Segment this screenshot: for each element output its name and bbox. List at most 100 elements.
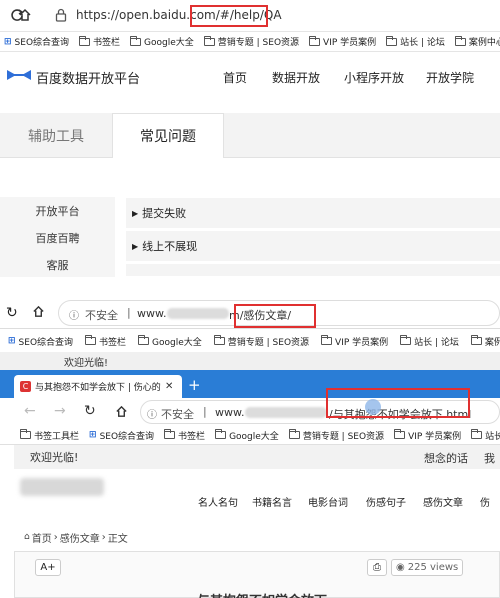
- refresh-icon[interactable]: ↻: [84, 403, 96, 419]
- baidu-logo-icon[interactable]: [6, 68, 32, 85]
- lock-icon[interactable]: [55, 8, 67, 22]
- faq-item[interactable]: ▶ 提交失败: [126, 198, 500, 228]
- folder-icon: [130, 35, 142, 46]
- font-size-button[interactable]: A+: [35, 559, 61, 576]
- caret-right-icon: ▶: [132, 241, 139, 251]
- print-icon[interactable]: ⎙: [367, 559, 387, 576]
- blurred-domain: [167, 308, 229, 319]
- nav-book-quotes[interactable]: 书籍名言: [252, 494, 292, 509]
- bookmark-item[interactable]: Google大全: [138, 335, 202, 348]
- home-icon[interactable]: [115, 405, 128, 421]
- bookmark-item[interactable]: ⊞ SEO综合查询: [8, 335, 73, 348]
- bookmark-item[interactable]: 案例中心: [454, 35, 500, 48]
- bookmark-item[interactable]: Google大全: [130, 35, 194, 48]
- info-icon: ⓘ: [69, 311, 79, 322]
- folder-icon: [386, 35, 398, 46]
- bookmark-item[interactable]: 书签栏: [79, 35, 120, 48]
- highlight-box: [234, 304, 316, 328]
- folder-icon: [20, 429, 31, 439]
- eye-icon: ◉: [396, 562, 405, 573]
- nav-famous-quotes[interactable]: 名人名句: [198, 494, 238, 509]
- insecure-label: 不安全: [161, 408, 194, 421]
- breadcrumb-category[interactable]: 感伤文章: [60, 530, 100, 545]
- address-bar: https://open.baidu.com/#/help/QA: [0, 0, 500, 32]
- browser-tab[interactable]: C 与其抱怨不如学会放下 | 伤心的 ✕: [14, 375, 182, 398]
- home-icon: ⌂: [24, 532, 30, 542]
- blurred-site-logo: [20, 478, 104, 496]
- bookmark-item[interactable]: ⊞ SEO综合查询: [4, 35, 69, 49]
- caret-right-icon: ▶: [132, 208, 139, 218]
- bookmark-item[interactable]: 书签工具栏: [20, 429, 79, 442]
- article-card: A+ ⎙ ◉225 views 与其抱怨不如学会放下: [14, 551, 500, 598]
- nav-home[interactable]: 首页: [223, 69, 247, 86]
- forward-icon[interactable]: →: [54, 403, 66, 419]
- home-icon[interactable]: [18, 8, 32, 22]
- bookmark-item[interactable]: 书签栏: [164, 429, 205, 442]
- nav-sad-articles[interactable]: 感伤文章: [423, 494, 463, 509]
- highlight-box: [326, 388, 470, 418]
- bookmark-item[interactable]: 营销专题 | SEO资源: [288, 429, 384, 442]
- bookmarks-bar: ⊞ SEO综合查询 书签栏 Google大全 营销专题 | SEO资源 VIP 学…: [0, 330, 500, 352]
- welcome-text: 欢迎光临!: [64, 357, 109, 369]
- sidebar-item-open-platform[interactable]: 开放平台: [0, 197, 115, 224]
- home-icon[interactable]: [32, 305, 45, 321]
- folder-icon: [138, 335, 150, 345]
- site-header: 百度数据开放平台 首页 数据开放 小程序开放 开放学院: [0, 52, 500, 102]
- bookmark-item[interactable]: VIP 学员案例: [309, 35, 376, 48]
- address-bar: ← → ↻ ⓘ 不安全 | www. /与其抱怨不如学会放下.html: [0, 388, 500, 426]
- folder-icon: [394, 429, 406, 439]
- tab-tools[interactable]: 辅助工具: [0, 113, 112, 158]
- folder-icon: [454, 35, 466, 46]
- folder-icon: [215, 429, 227, 439]
- bookmark-item[interactable]: 站长 | 论坛: [386, 35, 445, 48]
- nav-miniprogram[interactable]: 小程序开放: [344, 69, 404, 86]
- seo-icon: ⊞: [4, 36, 12, 47]
- article-title: 与其抱怨不如学会放下: [197, 590, 327, 598]
- faq-item[interactable]: ▶ 线上不展现: [126, 231, 500, 261]
- bookmarks-bar: 书签工具栏 ⊞ SEO综合查询 书签栏 Google大全 营销专题 | SEO资源…: [0, 426, 500, 445]
- bookmark-item[interactable]: 站长: [471, 429, 500, 442]
- bookmark-item[interactable]: VIP 学员案例: [394, 429, 461, 442]
- tab-bar: 辅助工具 常见问题: [0, 113, 500, 158]
- bookmark-item[interactable]: ⊞ SEO综合查询: [89, 429, 154, 442]
- site-nav: 名人名句 书籍名言 电影台词 伤感句子 感伤文章 伤: [14, 478, 500, 516]
- faq-sidebar: 开放平台 百度百聘 客服: [0, 197, 115, 277]
- close-icon[interactable]: ✕: [165, 381, 173, 392]
- breadcrumb-current: 正文: [107, 533, 128, 545]
- nav-data-open[interactable]: 数据开放: [272, 69, 320, 86]
- folder-icon: [79, 35, 91, 46]
- highlight-box: [190, 5, 268, 27]
- nav-sad-sentences[interactable]: 伤感句子: [366, 494, 406, 509]
- bookmark-item[interactable]: 案例中: [470, 335, 500, 348]
- tab-title: 与其抱怨不如学会放下 | 伤心的: [35, 383, 161, 393]
- tab-faq[interactable]: 常见问题: [112, 113, 224, 158]
- nav-movie-lines[interactable]: 电影台词: [308, 494, 348, 509]
- url-prefix: www.: [215, 406, 245, 419]
- favicon-icon: C: [20, 381, 31, 392]
- folder-icon: [288, 429, 300, 439]
- folder-icon: [470, 335, 482, 345]
- refresh-icon[interactable]: ↻: [6, 305, 18, 321]
- welcome-right-text-2: 我: [484, 452, 495, 465]
- folder-icon: [309, 35, 321, 46]
- bookmark-item[interactable]: 站长 | 论坛: [400, 335, 459, 348]
- nav-academy[interactable]: 开放学院: [426, 69, 474, 86]
- bookmark-item[interactable]: VIP 学员案例: [321, 335, 388, 348]
- nav-more[interactable]: 伤: [480, 494, 490, 509]
- folder-icon: [213, 335, 225, 345]
- sidebar-item-support[interactable]: 客服: [0, 251, 115, 278]
- new-tab-icon[interactable]: +: [188, 376, 201, 394]
- bookmark-item[interactable]: 营销专题 | SEO资源: [203, 35, 299, 48]
- folder-icon: [400, 335, 412, 345]
- bookmark-item[interactable]: 书签栏: [85, 335, 126, 348]
- sidebar-item-baipin[interactable]: 百度百聘: [0, 224, 115, 251]
- folder-icon: [164, 429, 176, 439]
- welcome-bar: 欢迎光临!: [0, 352, 500, 370]
- address-bar: ↻ ⓘ 不安全 | www. m/感伤文章/: [0, 297, 500, 329]
- bookmark-item[interactable]: Google大全: [215, 429, 279, 442]
- site-title[interactable]: 百度数据开放平台: [36, 68, 140, 87]
- breadcrumb-home[interactable]: 首页: [32, 530, 52, 545]
- bookmark-item[interactable]: 营销专题 | SEO资源: [213, 335, 309, 348]
- views-badge: ◉ 225 views: [391, 559, 464, 576]
- back-icon[interactable]: ←: [24, 403, 36, 419]
